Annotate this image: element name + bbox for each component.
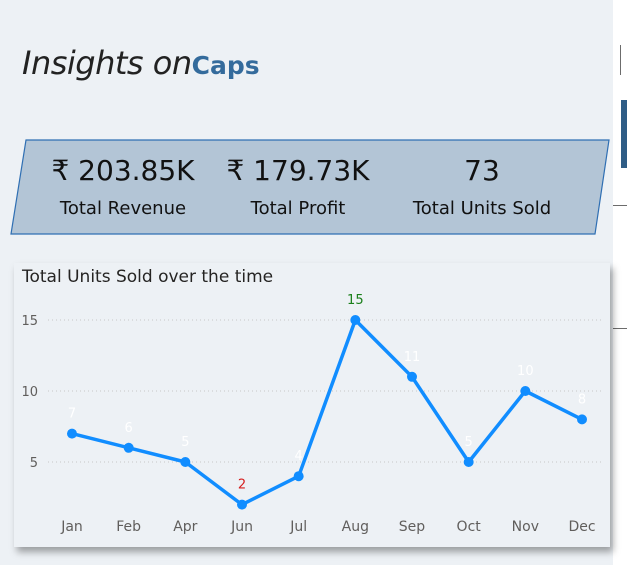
adjacent-pane (613, 0, 627, 565)
y-tick-label: 10 (21, 385, 38, 400)
data-label: 10 (517, 364, 534, 379)
data-point (407, 371, 417, 382)
data-label: 8 (578, 392, 586, 407)
data-point (350, 315, 361, 325)
line-chart-visual[interactable]: Total Units Sold over the time 5 10 15 7 Jan… (14, 263, 610, 547)
y-tick-label: 5 (30, 456, 38, 471)
data-label: 5 (465, 435, 473, 450)
data-point (123, 442, 134, 453)
data-point (180, 457, 191, 467)
kpi-label: Total Revenue (59, 198, 187, 219)
kpi-label: Total Units Sold (412, 198, 552, 219)
y-tick-label: 15 (21, 314, 38, 329)
data-point (577, 414, 587, 425)
data-label: 6 (125, 421, 133, 436)
data-label: 15 (347, 293, 364, 308)
data-point (520, 386, 531, 396)
kpi-total-profit[interactable]: ₹ 179.73K Total Profit (218, 154, 378, 219)
x-tick-label: Oct (457, 519, 482, 535)
adjacent-pane-accent (621, 100, 627, 168)
x-tick-label: Feb (116, 519, 141, 535)
data-label: 4 (295, 449, 303, 464)
kpi-total-revenue[interactable]: ₹ 203.85K Total Revenue (43, 154, 203, 219)
report-title: Insights onCaps (22, 44, 260, 82)
adjacent-pane-divider (620, 45, 621, 75)
series-line (71, 318, 583, 507)
x-tick-label: Apr (173, 519, 197, 535)
kpi-value: 73 (464, 154, 500, 187)
kpi-banner[interactable]: ₹ 203.85K Total Revenue ₹ 179.73K Total … (10, 138, 610, 235)
data-point (237, 499, 247, 510)
report-subject: Caps (191, 51, 260, 80)
x-tick-label: Jun (230, 519, 253, 535)
report-title-text: Insights on (22, 44, 192, 82)
kpi-total-units-sold[interactable]: 73 Total Units Sold (392, 154, 572, 219)
x-tick-label: Jul (289, 519, 307, 535)
data-label: 11 (404, 350, 421, 365)
data-point (67, 428, 77, 439)
kpi-value: ₹ 179.73K (226, 154, 370, 187)
kpi-value: ₹ 203.85K (51, 154, 195, 187)
line-chart[interactable]: 5 10 15 7 Jan 6 Feb 5 Apr 2 Jun 4 Jul 15 Aug 11 Sep 5 Oct 1… (14, 263, 610, 547)
adjacent-pane-border (613, 328, 627, 329)
kpi-label: Total Profit (250, 198, 346, 219)
data-label: 7 (68, 407, 76, 422)
x-tick-label: Sep (399, 519, 426, 535)
adjacent-pane-border (613, 205, 627, 206)
x-tick-label: Jan (60, 519, 83, 535)
data-label: 2 (238, 478, 246, 493)
x-tick-label: Nov (512, 519, 539, 535)
data-label: 5 (181, 435, 189, 450)
x-tick-label: Dec (568, 519, 595, 535)
x-tick-label: Aug (342, 519, 369, 535)
data-point (463, 457, 474, 467)
data-point (293, 471, 304, 482)
